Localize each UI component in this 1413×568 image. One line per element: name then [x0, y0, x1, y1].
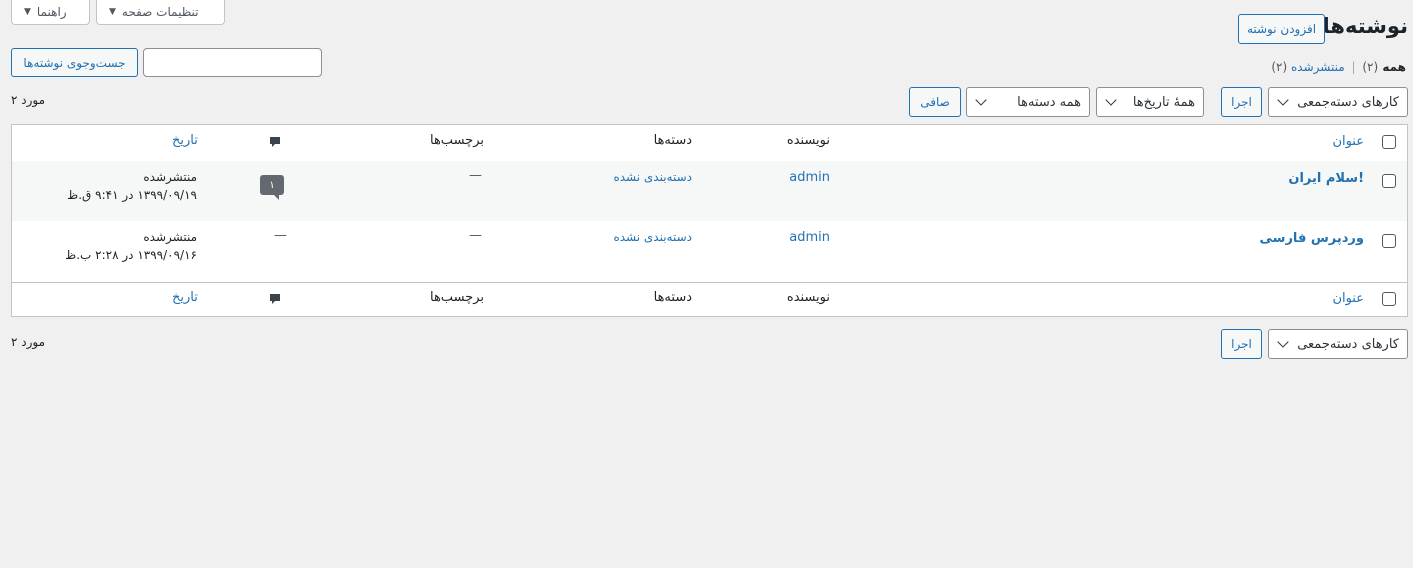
apply-bulk-button-bottom[interactable]: اجرا	[1221, 329, 1262, 359]
chevron-down-icon	[975, 94, 987, 106]
page-title: نوشته‌ها	[1322, 14, 1408, 38]
chevron-down-icon	[1105, 94, 1117, 106]
column-tags-header: برچسب‌ها	[429, 133, 484, 148]
row-checkbox[interactable]	[1382, 174, 1396, 188]
post-author-link[interactable]: admin	[789, 230, 830, 245]
post-status: منتشرشده	[143, 230, 197, 244]
apply-bulk-button[interactable]: اجرا	[1221, 87, 1262, 117]
posts-table: عنوان نویسنده دسته‌ها برچسب‌ها تاریخ سلا…	[11, 124, 1408, 317]
date-filter-value: همهٔ تاریخ‌ها	[1132, 94, 1195, 110]
table-row: وردپرس فارسی admin دسته‌بندی نشده — — من…	[12, 221, 1407, 283]
row-checkbox[interactable]	[1382, 234, 1396, 248]
post-status: منتشرشده	[143, 170, 197, 184]
bulk-actions-select[interactable]: کارهای دسته‌جمعی	[1268, 87, 1408, 117]
select-all-checkbox-footer[interactable]	[1382, 292, 1396, 306]
comment-bubble-icon[interactable]	[269, 136, 281, 148]
post-status-filters: همه (۲) | منتشرشده (۲)	[1271, 60, 1406, 74]
chevron-down-icon	[1277, 336, 1289, 348]
post-title-link[interactable]: وردپرس فارسی	[1260, 231, 1364, 246]
post-category-link[interactable]: دسته‌بندی نشده	[613, 170, 692, 184]
column-categories-footer: دسته‌ها	[653, 290, 692, 305]
comment-bubble-icon[interactable]	[269, 293, 281, 305]
bulk-actions-select-bottom[interactable]: کارهای دسته‌جمعی	[1268, 329, 1408, 359]
filter-button[interactable]: صافی	[909, 87, 961, 117]
help-label: راهنما	[36, 4, 67, 19]
table-footer-row: عنوان نویسنده دسته‌ها برچسب‌ها تاریخ	[12, 282, 1407, 317]
column-date-footer[interactable]: تاریخ	[172, 290, 198, 305]
column-categories-header: دسته‌ها	[653, 133, 692, 148]
category-filter-value: همه دسته‌ها	[1017, 94, 1081, 110]
post-tags: —	[469, 168, 482, 183]
date-filter-select[interactable]: همهٔ تاریخ‌ها	[1096, 87, 1204, 117]
caret-down-icon: ▼	[109, 6, 116, 17]
post-tags: —	[469, 228, 482, 243]
select-all-checkbox[interactable]	[1382, 135, 1396, 149]
comment-count-empty: —	[274, 228, 287, 243]
category-filter-select[interactable]: همه دسته‌ها	[966, 87, 1090, 117]
search-posts-button[interactable]: جست‌وجوی نوشته‌ها	[11, 48, 138, 77]
chevron-down-icon	[1277, 94, 1289, 106]
filter-all[interactable]: همه (۲)	[1362, 60, 1406, 74]
post-date: ۱۳۹۹/۰۹/۱۶ در ۲:۲۸ ب.ظ	[65, 248, 197, 262]
post-author-link[interactable]: admin	[789, 170, 830, 185]
filter-published[interactable]: منتشرشده (۲)	[1271, 60, 1344, 74]
column-title-header[interactable]: عنوان	[1332, 134, 1364, 149]
post-category-link[interactable]: دسته‌بندی نشده	[613, 230, 692, 244]
post-title-link[interactable]: سلام ایران!	[1288, 171, 1364, 186]
screen-options-button[interactable]: ▼ تنظیمات صفحه	[96, 0, 225, 25]
post-date: ۱۳۹۹/۰۹/۱۹ در ۹:۴۱ ق.ظ	[67, 188, 197, 202]
column-author-footer: نویسنده	[786, 290, 830, 305]
add-new-post-button[interactable]: افزودن نوشته	[1238, 14, 1325, 44]
table-row: سلام ایران! admin دسته‌بندی نشده — ۱ منت…	[12, 161, 1407, 221]
caret-down-icon: ▼	[24, 6, 31, 17]
items-count-top: ۲ مورد	[11, 93, 46, 107]
table-header-row: عنوان نویسنده دسته‌ها برچسب‌ها تاریخ	[12, 125, 1407, 162]
screen-options-label: تنظیمات صفحه	[121, 4, 199, 19]
filter-separator: |	[1351, 60, 1356, 74]
comment-count-bubble[interactable]: ۱	[260, 175, 284, 200]
bulk-actions-value: کارهای دسته‌جمعی	[1297, 336, 1399, 352]
help-button[interactable]: ▼ راهنما	[11, 0, 90, 25]
search-input[interactable]	[143, 48, 322, 77]
column-tags-footer: برچسب‌ها	[429, 290, 484, 305]
column-author-header: نویسنده	[786, 133, 830, 148]
bulk-actions-value: کارهای دسته‌جمعی	[1297, 94, 1399, 110]
items-count-bottom: ۲ مورد	[11, 335, 46, 349]
column-title-footer[interactable]: عنوان	[1332, 291, 1364, 306]
column-date-header[interactable]: تاریخ	[172, 133, 198, 148]
